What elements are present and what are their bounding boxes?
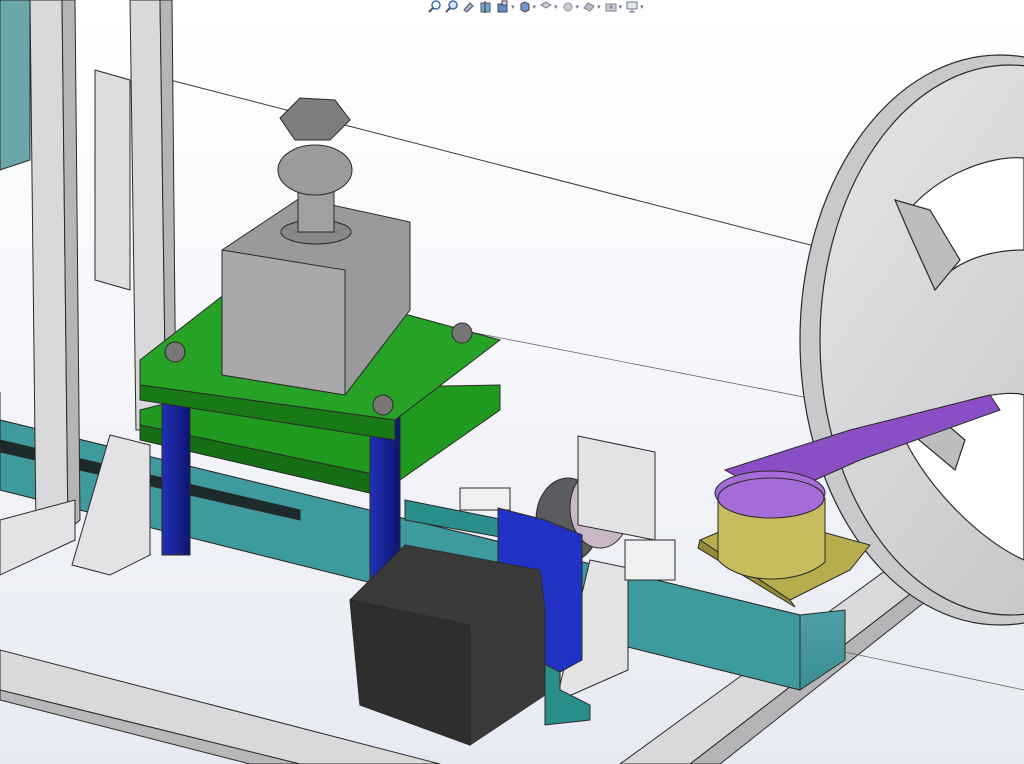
view-settings-button[interactable]: ▾ (625, 0, 644, 14)
previous-view-icon (463, 2, 474, 13)
stepper-motor[interactable] (349, 544, 546, 746)
zoom-to-area-button[interactable] (445, 0, 459, 14)
graphics-viewport[interactable]: ▾ ▾ ▾ ▾ ▾ ▾ ▾ (0, 0, 1024, 764)
dynamic-annotation-views-button[interactable]: ▾ (496, 0, 515, 14)
edit-appearance-button[interactable]: ▾ (582, 0, 601, 14)
hide-show-items-icon (563, 2, 573, 12)
previous-view-button[interactable] (462, 0, 476, 14)
section-view-icon (480, 1, 491, 13)
dynamic-annotation-views-icon (497, 0, 508, 13)
apply-scene-button[interactable]: ▾ (604, 0, 623, 14)
view-orientation-icon (520, 1, 530, 13)
zoom-to-fit-icon (428, 0, 441, 13)
zoom-to-area-icon (445, 0, 458, 13)
view-settings-icon (626, 1, 638, 13)
zoom-to-fit-button[interactable] (428, 0, 442, 14)
hide-show-items-button[interactable]: ▾ (561, 0, 580, 14)
heads-up-view-toolbar: ▾ ▾ ▾ ▾ ▾ ▾ ▾ (428, 0, 704, 14)
display-style-button[interactable]: ▾ (539, 0, 558, 14)
chevron-down-icon[interactable]: ▾ (597, 0, 601, 14)
chevron-down-icon[interactable]: ▾ (576, 0, 580, 14)
assembly-model[interactable] (0, 0, 1024, 764)
view-orientation-button[interactable]: ▾ (518, 0, 537, 14)
apply-scene-icon (605, 3, 617, 12)
section-view-button[interactable] (479, 0, 493, 14)
display-style-icon (540, 1, 553, 9)
chevron-down-icon[interactable]: ▾ (640, 0, 644, 14)
chevron-down-icon[interactable]: ▾ (511, 0, 515, 14)
edit-appearance-icon (583, 2, 595, 12)
chevron-down-icon[interactable]: ▾ (619, 0, 623, 14)
chevron-down-icon[interactable]: ▾ (554, 0, 558, 14)
chevron-down-icon[interactable]: ▾ (533, 0, 537, 14)
